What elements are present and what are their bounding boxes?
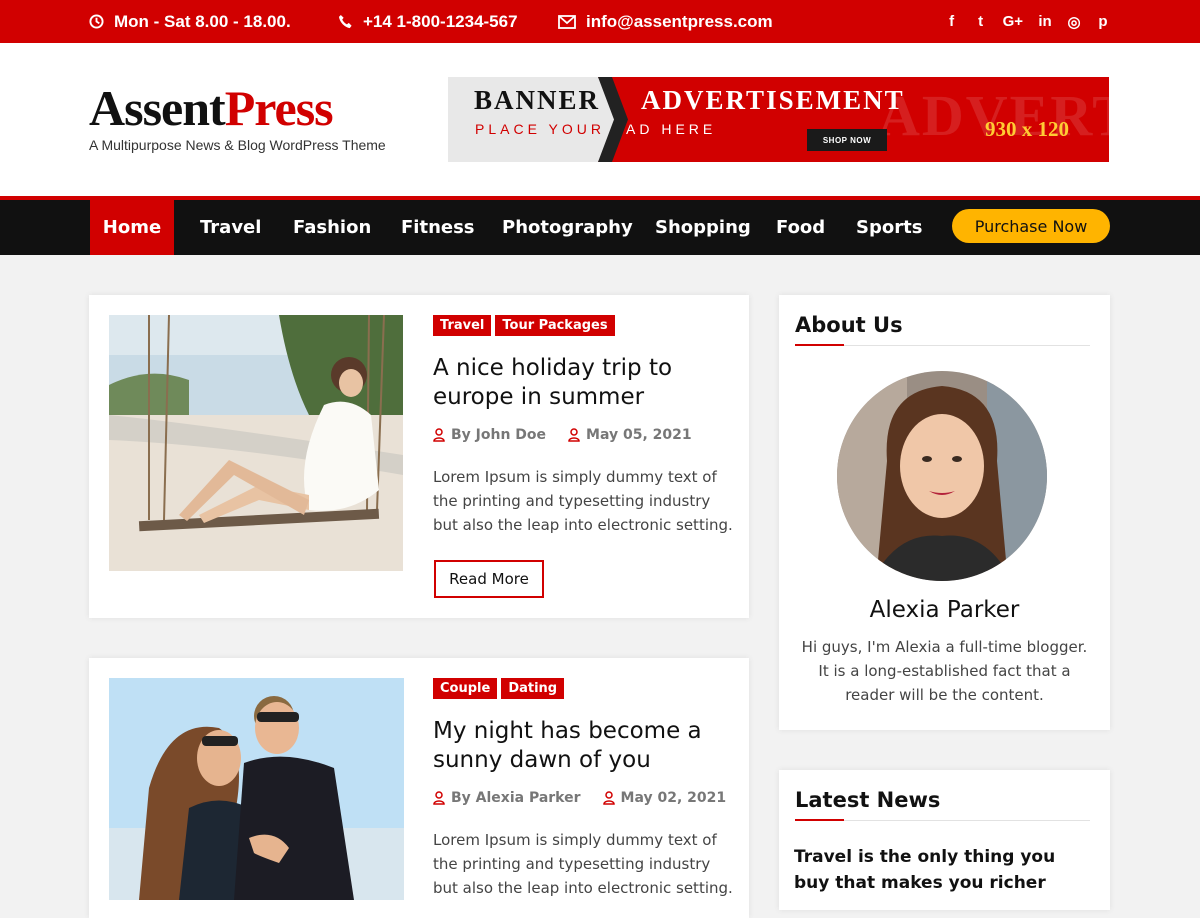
post-tags: Travel Tour Packages bbox=[433, 315, 615, 336]
top-bar: Mon - Sat 8.00 - 18.00. +14 1-800-1234-5… bbox=[0, 0, 1200, 43]
avatar bbox=[837, 371, 1047, 581]
twitter-icon[interactable]: t bbox=[974, 13, 988, 30]
pinterest-icon[interactable]: p bbox=[1096, 13, 1110, 30]
widget-title: Latest News bbox=[795, 788, 941, 812]
social-links: f t G+ in ◎ p bbox=[945, 0, 1110, 43]
nav-item-home[interactable]: Home bbox=[90, 200, 174, 255]
post-date-text: May 02, 2021 bbox=[620, 790, 727, 806]
post-tags: Couple Dating bbox=[433, 678, 565, 699]
post-date: May 02, 2021 bbox=[602, 790, 727, 806]
business-hours-text: Mon - Sat 8.00 - 18.00. bbox=[114, 11, 291, 31]
widget-title: About Us bbox=[795, 313, 903, 337]
banner-advertisement[interactable]: ADVERTISEMENT BANNER ADVERTISEMENT PLACE… bbox=[448, 77, 1109, 162]
post-title[interactable]: A nice holiday trip to europe in summer bbox=[433, 354, 733, 412]
purchase-now-button[interactable]: Purchase Now bbox=[952, 209, 1110, 243]
about-us-widget: About Us Alexia Parker Hi guys, I'm Alex… bbox=[779, 295, 1110, 730]
facebook-icon[interactable]: f bbox=[945, 13, 959, 30]
post-meta: By John Doe May 05, 2021 bbox=[433, 427, 714, 443]
post-excerpt: Lorem Ipsum is simply dummy text of the … bbox=[433, 831, 733, 897]
phone-text[interactable]: +14 1-800-1234-567 bbox=[363, 12, 518, 32]
google-plus-icon[interactable]: G+ bbox=[1003, 13, 1023, 30]
banner-word-advertisement: ADVERTISEMENT bbox=[641, 85, 905, 115]
logo-part-press: Press bbox=[224, 80, 334, 136]
post-image-couple[interactable] bbox=[109, 678, 404, 900]
nav-item-sports[interactable]: Sports bbox=[856, 200, 922, 255]
widget-title-underline bbox=[795, 344, 1090, 346]
site-header: AssentPress A Multipurpose News & Blog W… bbox=[0, 43, 1200, 196]
phone-icon bbox=[338, 14, 352, 29]
author-name: Alexia Parker bbox=[869, 597, 1020, 623]
nav-item-travel[interactable]: Travel bbox=[200, 200, 261, 255]
site-tagline: A Multipurpose News & Blog WordPress The… bbox=[89, 137, 386, 153]
main-navigation: Home Travel Fashion Fitness Photography … bbox=[0, 200, 1200, 255]
post-date: May 05, 2021 bbox=[568, 427, 692, 443]
linkedin-icon[interactable]: in bbox=[1038, 13, 1052, 30]
banner-word-banner: BANNER bbox=[474, 85, 601, 115]
tag-dating[interactable]: Dating bbox=[501, 678, 565, 699]
tag-couple[interactable]: Couple bbox=[433, 678, 498, 699]
post-card: Travel Tour Packages A nice holiday trip… bbox=[89, 295, 749, 618]
post-author-text: By Alexia Parker bbox=[451, 790, 581, 806]
site-logo[interactable]: AssentPress bbox=[89, 80, 334, 136]
post-excerpt: Lorem Ipsum is simply dummy text of the … bbox=[433, 468, 733, 534]
post-author-text: By John Doe bbox=[451, 427, 547, 443]
post-title[interactable]: My night has become a sunny dawn of you bbox=[433, 717, 733, 775]
business-hours: Mon - Sat 8.00 - 18.00. bbox=[89, 0, 291, 43]
post-author[interactable]: By John Doe bbox=[433, 427, 546, 443]
tag-travel[interactable]: Travel bbox=[433, 315, 492, 336]
email-info[interactable]: info@assentpress.com bbox=[558, 0, 773, 43]
envelope-icon bbox=[558, 14, 576, 29]
banner-shop-now-button[interactable]: SHOP NOW bbox=[807, 129, 887, 151]
post-meta: By Alexia Parker May 02, 2021 bbox=[433, 790, 748, 806]
user-icon bbox=[568, 428, 580, 442]
banner-ad-here: AD HERE bbox=[626, 121, 717, 137]
author-bio: Hi guys, I'm Alexia a full-time blogger.… bbox=[801, 638, 1088, 704]
read-more-button[interactable]: Read More bbox=[434, 560, 544, 598]
tag-tour-packages[interactable]: Tour Packages bbox=[495, 315, 615, 336]
nav-item-photography[interactable]: Photography bbox=[502, 200, 633, 255]
nav-item-food[interactable]: Food bbox=[776, 200, 825, 255]
user-icon bbox=[433, 428, 445, 442]
nav-item-shopping[interactable]: Shopping bbox=[655, 200, 751, 255]
phone-info[interactable]: +14 1-800-1234-567 bbox=[338, 0, 518, 43]
banner-size: 930 x 120 bbox=[985, 117, 1069, 141]
post-author[interactable]: By Alexia Parker bbox=[433, 790, 581, 806]
logo-part-assent: Assent bbox=[89, 80, 226, 136]
post-image-beach-swing[interactable] bbox=[109, 315, 403, 571]
user-icon bbox=[433, 791, 445, 805]
user-icon bbox=[602, 791, 615, 805]
instagram-icon[interactable]: ◎ bbox=[1067, 13, 1081, 31]
clock-icon bbox=[89, 14, 104, 29]
widget-title-underline bbox=[795, 819, 1090, 821]
nav-item-fitness[interactable]: Fitness bbox=[401, 200, 475, 255]
post-card: Couple Dating My night has become a sunn… bbox=[89, 658, 749, 918]
banner-place-your: PLACE YOUR bbox=[475, 121, 605, 137]
nav-item-fashion[interactable]: Fashion bbox=[293, 200, 371, 255]
post-date-text: May 05, 2021 bbox=[586, 427, 692, 443]
latest-news-item[interactable]: Travel is the only thing you buy that ma… bbox=[794, 844, 1094, 896]
email-text[interactable]: info@assentpress.com bbox=[586, 12, 773, 32]
latest-news-widget: Latest News Travel is the only thing you… bbox=[779, 770, 1110, 910]
